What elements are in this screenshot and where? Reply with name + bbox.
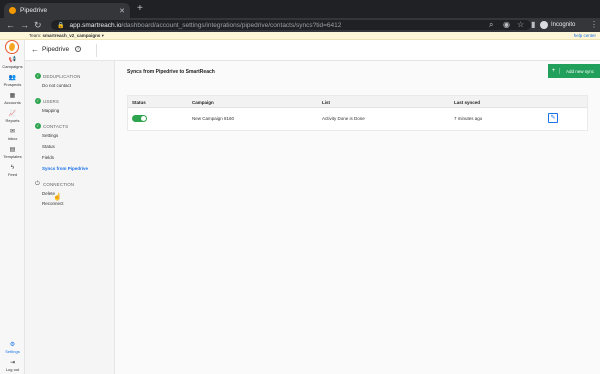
inbox-icon: ✉ [9, 129, 16, 135]
new-tab-icon[interactable]: + [137, 3, 143, 15]
url-path: /dashboard/account_settings/integrations… [121, 21, 342, 29]
page-title: Pipedrive [42, 46, 70, 53]
integration-sidebar: ✓ DEDUPLICATION Do not contact ✓ USERS M… [25, 61, 115, 374]
browser-tab-strip: Pipedrive ✕ + [0, 0, 600, 18]
smartreach-logo-icon[interactable] [5, 40, 19, 54]
column-header: List [322, 100, 331, 105]
logout-icon: ⇥ [9, 360, 16, 366]
syncs-table: Status Campaign List Last synced New Cam… [127, 95, 588, 131]
check-circle-icon: ✓ [35, 73, 41, 79]
sidebar-item-status[interactable]: Status [42, 144, 55, 149]
eye-slash-icon[interactable]: ◉ [503, 19, 510, 31]
column-header: Last synced [454, 100, 481, 105]
status-toggle[interactable] [132, 115, 147, 122]
nav-label: Log out [5, 367, 20, 372]
lock-icon: 🔒 [57, 22, 65, 29]
menu-icon[interactable]: ⋮ [590, 19, 598, 31]
incognito-indicator[interactable]: Incognito [540, 20, 575, 30]
table-row: New Campaign 8160 Activity Done is Done … [128, 108, 587, 130]
sidebar-item-mapping[interactable]: Mapping [42, 108, 59, 113]
nav-campaigns[interactable]: 📢 Campaigns [0, 57, 25, 69]
section-title: CONNECTION [43, 181, 75, 187]
nav-feed[interactable]: ϟ Feed [0, 165, 25, 177]
campaign-cell: New Campaign 8160 [192, 116, 235, 121]
section-users: ✓ USERS [35, 98, 59, 104]
section-title: DEDUPLICATION [43, 73, 81, 79]
back-arrow-icon[interactable]: ← [31, 45, 39, 54]
search-icon[interactable]: ⌕ [489, 19, 493, 31]
section-title: CONTACTS [43, 123, 69, 129]
nav-templates[interactable]: ▤ Templates [0, 147, 25, 159]
header-divider [96, 44, 97, 57]
megaphone-icon: 📢 [8, 57, 17, 63]
help-center-link[interactable]: help center [574, 33, 596, 39]
help-icon[interactable]: ? [75, 46, 81, 52]
app-nav: 📢 Campaigns 👥 Prospects ▦ Accounts 📈 Rep… [0, 40, 25, 374]
nav-reports[interactable]: 📈 Reports [0, 111, 25, 123]
back-icon[interactable]: ← [6, 19, 15, 31]
team-label: Team: [29, 33, 42, 38]
star-icon[interactable]: ☆ [517, 19, 524, 31]
add-new-sync-button[interactable]: + Add new sync [548, 64, 600, 78]
nav-label: Templates [3, 154, 22, 159]
nav-settings[interactable]: ⚙ Settings [0, 342, 25, 354]
forward-icon[interactable]: → [20, 19, 29, 31]
button-label: Add new sync [566, 68, 595, 74]
chart-icon: 📈 [8, 111, 17, 117]
column-header: Status [132, 100, 146, 105]
nav-label: Prospects [3, 82, 22, 87]
section-title: USERS [43, 98, 60, 104]
section-contacts: ✓ CONTACTS [35, 123, 68, 129]
nav-label: Settings [5, 349, 20, 354]
browser-tab[interactable]: Pipedrive ✕ [4, 3, 130, 18]
address-bar[interactable]: 🔒 app.smartreach.io/dashboard/account_se… [51, 20, 531, 30]
power-icon: ⏻ [35, 181, 40, 187]
nav-label: Accounts [4, 100, 21, 105]
last-synced-cell: 7 minutes ago [454, 116, 483, 121]
team-selector[interactable]: Team: smartreach_v2_campaigns ▾ [29, 33, 104, 39]
nav-accounts[interactable]: ▦ Accounts [0, 93, 25, 105]
close-tab-icon[interactable]: ✕ [119, 7, 125, 15]
nav-label: Inbox [7, 136, 18, 141]
incognito-icon [540, 21, 548, 29]
nav-label: Feed [7, 172, 18, 177]
document-icon: ▤ [9, 147, 16, 153]
list-cell: Activity Done is Done [322, 116, 365, 121]
sidebar-item-syncs[interactable]: Syncs from Pipedrive [42, 166, 88, 171]
column-header: Campaign [192, 100, 214, 105]
sidebar-item-do-not-contact[interactable]: Do not contact [42, 83, 71, 88]
side-panel-icon[interactable]: ▮ [531, 19, 535, 31]
section-connection: ⏻ CONNECTION [35, 181, 74, 187]
sidebar-item-fields[interactable]: Fields [42, 155, 54, 160]
sidebar-item-reconnect[interactable]: Reconnect [42, 201, 64, 206]
nav-prospects[interactable]: 👥 Prospects [0, 75, 25, 87]
main-content: Syncs from Pipedrive to SmartReach + Add… [115, 61, 600, 374]
hand-cursor-icon: ☝ [53, 194, 62, 201]
edit-pencil-icon[interactable]: ✎ [548, 113, 558, 123]
section-deduplication: ✓ DEDUPLICATION [35, 73, 80, 79]
nav-label: Reports [5, 118, 20, 123]
gear-icon: ⚙ [9, 342, 16, 348]
page-header: ← Pipedrive ? [25, 40, 600, 61]
tab-title: Pipedrive [20, 7, 48, 14]
nav-label: Campaigns [2, 64, 23, 69]
check-circle-icon: ✓ [35, 98, 41, 104]
table-header: Status Campaign List Last synced [128, 96, 587, 108]
building-icon: ▦ [9, 93, 16, 99]
people-icon: 👥 [8, 75, 17, 81]
url-host: app.smartreach.io [69, 21, 122, 29]
pipedrive-favicon-icon [9, 7, 16, 14]
check-circle-icon: ✓ [35, 123, 41, 129]
sidebar-item-settings[interactable]: Settings [42, 133, 58, 138]
nav-inbox[interactable]: ✉ Inbox [0, 129, 25, 141]
team-name: smartreach_v2_campaigns [42, 33, 101, 38]
plus-icon: + [548, 68, 560, 74]
nav-logout[interactable]: ⇥ Log out [0, 360, 25, 372]
browser-toolbar: ← → ↻ 🔒 app.smartreach.io/dashboard/acco… [0, 18, 600, 32]
reload-icon[interactable]: ↻ [34, 19, 42, 31]
bolt-icon: ϟ [10, 165, 15, 171]
team-bar: Team: smartreach_v2_campaigns ▾ help cen… [0, 32, 600, 40]
section-heading: Syncs from Pipedrive to SmartReach [127, 69, 215, 75]
incognito-label: Incognito [551, 22, 576, 28]
